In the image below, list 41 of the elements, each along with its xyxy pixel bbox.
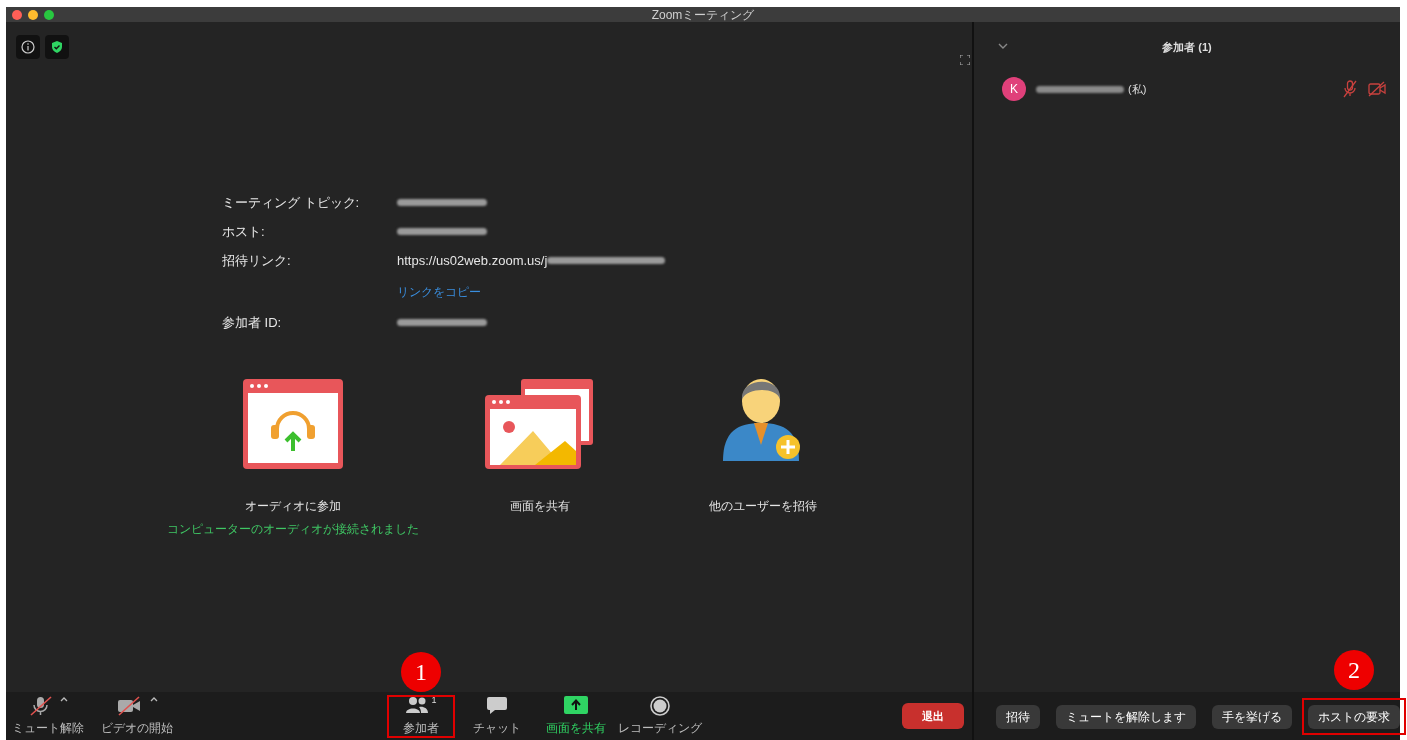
info-label: ホスト: (222, 222, 266, 241)
fullscreen-icon[interactable] (958, 53, 972, 67)
action-label[interactable]: 他のユーザーを招待 (709, 497, 817, 515)
zoom-window-button[interactable] (44, 9, 54, 20)
shield-check-icon[interactable] (45, 35, 69, 59)
caret-icon[interactable] (150, 696, 158, 702)
audio-status: コンピューターのオーディオが接続されました (167, 521, 419, 538)
headphone-window-icon[interactable] (243, 379, 343, 469)
window-title: Zoomミーティング (651, 8, 755, 21)
panel-button[interactable]: ホストの要求 (1308, 704, 1400, 729)
toolbar-mic-button[interactable]: ミュート解除 (12, 696, 84, 737)
collapse-chevron-icon[interactable] (998, 42, 1008, 50)
caret-icon[interactable] (60, 696, 68, 702)
panel-title: 参加者 (1) (1162, 39, 1212, 55)
leave-button[interactable]: 退出 (902, 703, 964, 729)
minimize-window-button[interactable] (28, 9, 38, 20)
record-icon (650, 696, 670, 716)
share-screen-icon (564, 696, 588, 714)
avatar: K (1002, 77, 1026, 101)
action-label[interactable]: オーディオに参加 (245, 497, 341, 515)
picture-windows-icon[interactable] (485, 379, 595, 469)
panel-button[interactable]: 手を挙げる (1212, 704, 1292, 729)
toolbar-share-button[interactable]: 画面を共有 (546, 696, 606, 737)
participant-name: (私) (1128, 81, 1147, 97)
toolbar-video-button[interactable]: ビデオの開始 (101, 696, 173, 737)
panel-button[interactable]: 招待 (996, 704, 1040, 729)
people-icon (405, 696, 430, 714)
copy-link[interactable]: リンクをコピー (397, 282, 481, 301)
speech-bubble-icon (486, 696, 508, 716)
info-label: ミーティング トピック: (222, 193, 361, 212)
info-icon[interactable] (16, 35, 40, 59)
toolbar-participants-button[interactable]: 1 参加者 (403, 696, 439, 737)
toolbar-record-button[interactable]: レコーディング (618, 696, 702, 737)
info-label: 招待リンク: (222, 251, 292, 270)
annotation-number: 1 (401, 652, 441, 692)
annotation-number: 2 (1334, 649, 1374, 690)
panel-button[interactable]: ミュートを解除します (1056, 704, 1196, 729)
close-window-button[interactable] (12, 9, 22, 20)
info-label: 参加者 ID: (222, 313, 283, 332)
action-label[interactable]: 画面を共有 (510, 497, 570, 515)
toolbar-chat-button[interactable]: チャット (473, 696, 521, 737)
